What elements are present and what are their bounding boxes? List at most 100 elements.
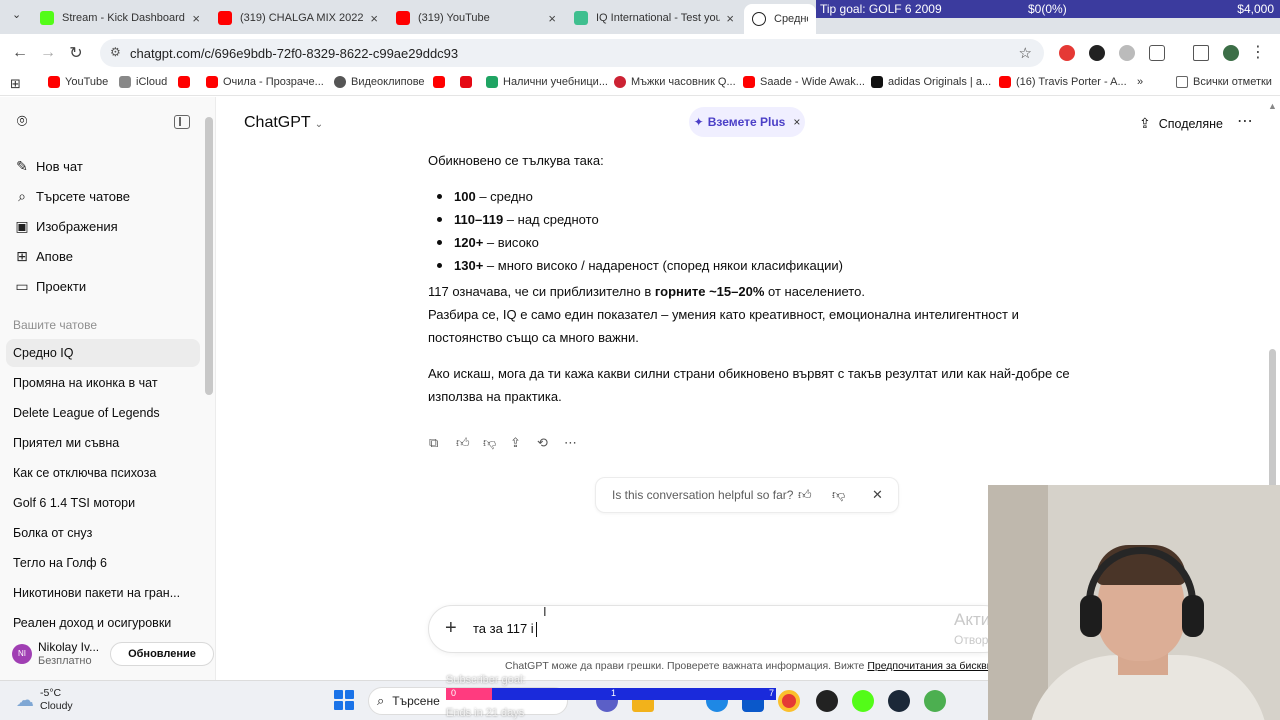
close-icon[interactable]: ✕ [872, 487, 883, 503]
tab-close-icon[interactable]: × [370, 11, 378, 26]
chat-item[interactable]: Тегло на Голф 6 [6, 549, 200, 577]
chat-item-active[interactable]: Средно IQ [6, 339, 200, 367]
chat-item[interactable]: Golf 6 1.4 TSI мотори [6, 489, 200, 517]
windows-start-icon[interactable] [334, 690, 354, 710]
reload-icon[interactable]: ↻ [62, 43, 90, 63]
sidebar-item-projects[interactable]: ▭ Проекти [6, 272, 200, 300]
browser-menu-icon[interactable]: ⋮ [1250, 42, 1266, 62]
url-bar[interactable]: ⚙ chatgpt.com/c/696e9bdb-72f0-8329-8622-… [100, 39, 1044, 67]
paragraph-text: от населението. [764, 284, 865, 299]
message-intro: Обикновено се тълкува така: [428, 153, 604, 168]
bookmark-youtube-3[interactable] [433, 76, 450, 88]
chat-item[interactable]: Никотинови пакети на гран... [6, 579, 200, 607]
bookmarks-overflow-icon[interactable]: » [1137, 76, 1143, 88]
bookmark-watch[interactable]: Мъжки часовник Q... [614, 76, 736, 88]
disclaimer: ChatGPT може да прави грешки. Проверете … [505, 660, 1014, 672]
chat-item[interactable]: Приятел ми съвна [6, 429, 200, 457]
thumbs-down-icon[interactable]: 👎︎ [832, 487, 845, 503]
tab-kick-dashboard[interactable]: Stream - Kick Dashboard × [32, 6, 208, 30]
bookmark-saade[interactable]: Saade - Wide Awak... [743, 76, 865, 88]
tab-search-chevron-icon[interactable]: ⌄ [12, 8, 21, 21]
get-plus-pill[interactable]: ✦ Вземете Plus × [689, 107, 805, 137]
back-arrow-icon[interactable]: ← [6, 44, 34, 62]
model-selector[interactable]: ChatGPT ⌄ [244, 114, 323, 132]
weather-widget[interactable]: ☁ -5°C Cloudy [16, 687, 73, 713]
thumbs-up-icon[interactable]: 👍︎ [456, 435, 483, 451]
sidebar-item-apps[interactable]: ⊞ Апове [6, 242, 200, 270]
user-name: Nikolay Iv... [38, 640, 100, 654]
iq-range-list: 100 – средно 110–119 – над средното 120+… [428, 185, 1078, 277]
bookmark-youtube[interactable]: YouTube [48, 76, 108, 88]
more-options-icon[interactable]: ⋯ [564, 435, 591, 451]
chat-item[interactable]: Промяна на иконка в чат [6, 369, 200, 397]
thumbs-up-icon[interactable]: 👍︎ [798, 487, 812, 503]
apps-grid-icon[interactable]: ⊞ [10, 76, 21, 92]
list-item-bold: 130+ [454, 258, 484, 273]
user-account[interactable]: NI Nikolay Iv... Безплатно Обновление [10, 637, 214, 671]
sidebar-item-images[interactable]: ▣ Изображения [6, 212, 200, 240]
thumbs-down-icon[interactable]: 👎︎ [483, 435, 510, 451]
close-icon[interactable]: × [793, 115, 800, 129]
tab-close-icon[interactable]: × [192, 11, 200, 26]
browser-tab-strip: ⌄ Stream - Kick Dashboard × (319) CHALGA… [0, 0, 1280, 34]
tab-iq-international[interactable]: IQ International - Test your × [566, 6, 742, 30]
bookmark-videoclips[interactable]: Видеоклипове [334, 76, 425, 88]
bookmark-textbooks[interactable]: Налични учебници... [486, 76, 608, 88]
chat-item[interactable]: Реален доход и осигуровки [6, 609, 200, 637]
adblock-extension-icon[interactable] [1059, 45, 1075, 61]
avatar[interactable]: NI [12, 644, 32, 664]
more-options-icon[interactable]: ⋯ [1237, 111, 1253, 131]
bookmark-adidas[interactable]: adidas Originals | a... [871, 76, 991, 88]
add-attachment-icon[interactable]: + [445, 617, 457, 640]
copy-icon[interactable]: ⧉ [429, 435, 456, 451]
bookmark-icloud[interactable]: iCloud [119, 76, 167, 88]
share-button[interactable]: ⇪ Споделяне [1139, 115, 1223, 132]
prompt-input[interactable]: та за 117 i [473, 621, 537, 638]
scroll-up-arrow-icon[interactable]: ▲ [1268, 101, 1277, 111]
bookmark-glasses[interactable]: Очила - Прозрачe... [206, 76, 324, 88]
chrome-icon[interactable] [778, 690, 800, 712]
tip-goal-target: $4,000 [1237, 2, 1274, 16]
steam-icon[interactable] [888, 690, 910, 712]
message-composer[interactable]: + та за 117 i [428, 605, 1008, 653]
bookmark-travis-porter[interactable]: (16) Travis Porter - A... [999, 76, 1127, 88]
tab-title: (319) YouTube [418, 12, 490, 24]
sidebar-item-new-chat[interactable]: ✎ Нов чат [6, 152, 200, 180]
upgrade-button[interactable]: Обновление [110, 642, 214, 666]
tab-close-icon[interactable]: × [726, 11, 734, 26]
sidebar-toggle-icon[interactable] [174, 115, 190, 129]
chat-item[interactable]: Как се отключва психоза [6, 459, 200, 487]
bookmark-star-icon[interactable]: ☆ [1019, 44, 1032, 62]
tab-youtube[interactable]: (319) YouTube × [388, 6, 564, 30]
headphones-left-cup [1080, 595, 1102, 637]
forward-arrow-icon[interactable]: → [34, 44, 62, 62]
bookmark-label: adidas Originals | a... [888, 76, 992, 88]
puzzle-extensions-icon[interactable] [1149, 45, 1165, 61]
share-icon[interactable]: ⇪ [510, 435, 537, 451]
list-item-bold: 110–119 [454, 212, 504, 227]
bookmark-netflix[interactable] [460, 76, 477, 88]
kick-favicon-icon [40, 11, 54, 25]
site-info-icon[interactable]: ⚙ [110, 45, 121, 59]
media-controls-icon[interactable] [1193, 45, 1209, 61]
sidebar-scrollbar[interactable] [205, 117, 213, 395]
extension-icon[interactable] [1089, 45, 1105, 61]
bookmark-all[interactable]: Всички отметки [1176, 76, 1272, 88]
chat-item[interactable]: Болка от снуз [6, 519, 200, 547]
kick-icon[interactable] [852, 690, 874, 712]
sidebar-item-search-chats[interactable]: ⌕ Търсете чатове [6, 182, 200, 210]
obs-icon[interactable] [816, 690, 838, 712]
profile-avatar-icon[interactable] [1223, 45, 1239, 61]
tab-chatgpt-active[interactable]: Средно IQ [744, 4, 816, 34]
tab-close-icon[interactable]: × [548, 11, 556, 26]
shield-extension-icon[interactable] [1119, 45, 1135, 61]
chat-item[interactable]: Delete League of Legends [6, 399, 200, 427]
openai-logo-icon[interactable]: ⌾ [12, 111, 32, 131]
tab-chalga-mix[interactable]: (319) CHALGA MIX 2022 H × [210, 6, 386, 30]
paragraph-text: 117 означава, че си приблизително в [428, 284, 655, 299]
bookmark-label: YouTube [65, 76, 109, 88]
utorrent-icon[interactable] [924, 690, 946, 712]
share-icon: ⇪ [1139, 115, 1151, 131]
regenerate-icon[interactable]: ⟲ [537, 435, 564, 451]
bookmark-youtube-2[interactable] [178, 76, 195, 88]
